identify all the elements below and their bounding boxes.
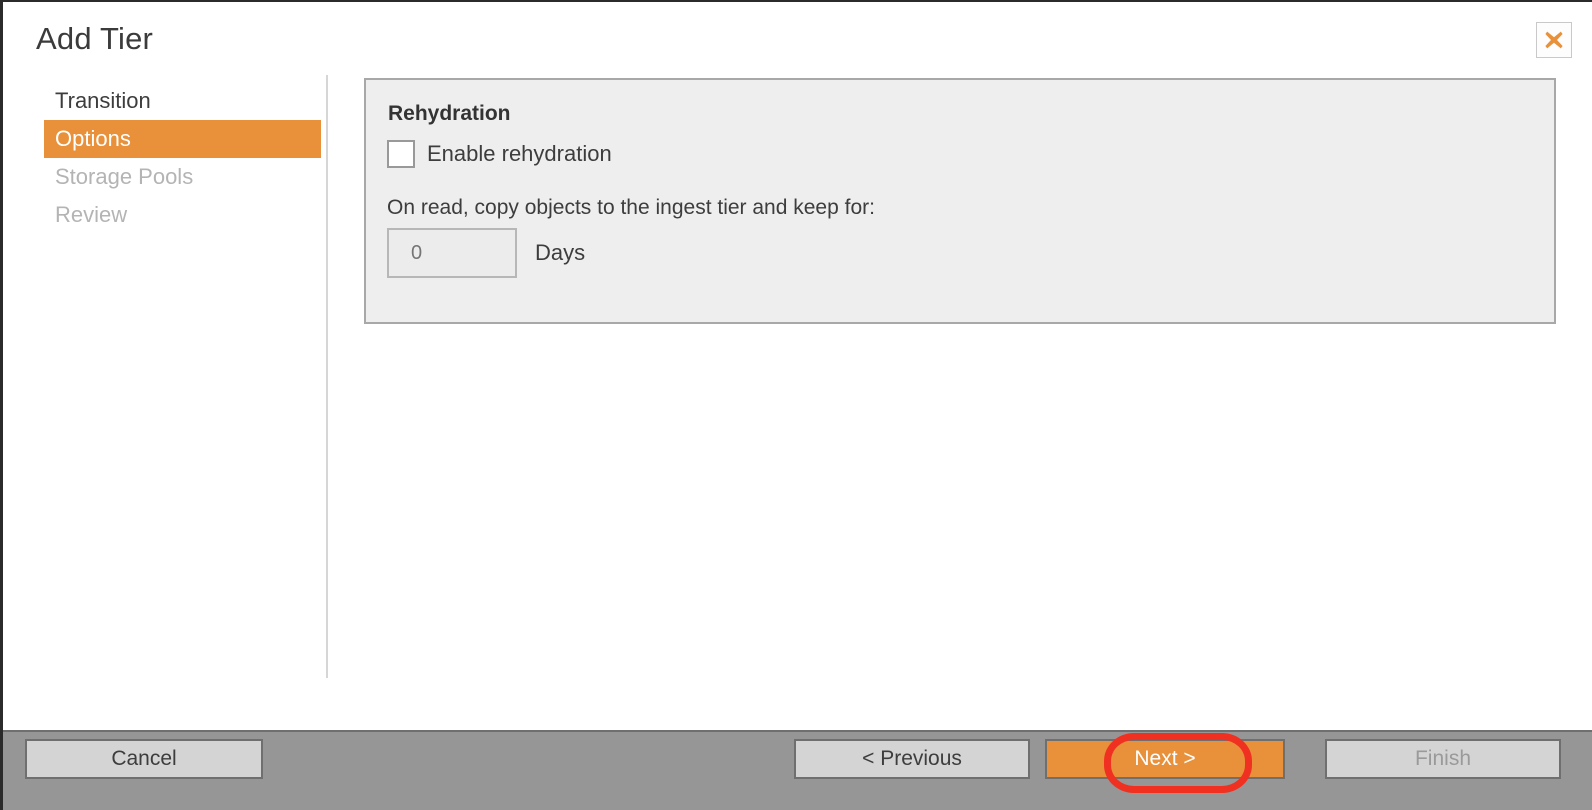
sidebar-item-review: Review [55, 202, 128, 227]
cancel-button[interactable]: Cancel [25, 739, 263, 779]
nav-divider [326, 75, 328, 678]
previous-button[interactable]: < Previous [794, 739, 1030, 779]
sidebar-item-storage-pools: Storage Pools [55, 164, 194, 189]
sidebar-item-options[interactable]: Options [44, 120, 321, 158]
sidebar-item-transition[interactable]: Transition [44, 82, 321, 120]
section-heading-rehydration: Rehydration [388, 102, 511, 125]
enable-rehydration-row: Enable rehydration [387, 140, 612, 168]
next-button[interactable]: Next > [1045, 739, 1285, 779]
enable-rehydration-checkbox[interactable] [387, 140, 415, 168]
enable-rehydration-label[interactable]: Enable rehydration [427, 141, 612, 167]
page-title: Add Tier [36, 21, 154, 56]
days-input[interactable] [387, 228, 517, 278]
add-tier-dialog: Add Tier Transition Options Storage Pool… [0, 0, 1592, 810]
days-field-row: Days [387, 228, 585, 278]
close-button[interactable] [1536, 22, 1572, 58]
keep-for-description: On read, copy objects to the ingest tier… [387, 196, 875, 219]
days-unit-label: Days [535, 240, 586, 265]
wizard-step-nav: Transition Options Storage Pools Review [44, 82, 321, 234]
rehydration-panel: Rehydration Enable rehydration On read, … [364, 78, 1556, 324]
close-x-icon [1543, 29, 1565, 51]
finish-button: Finish [1325, 739, 1561, 779]
